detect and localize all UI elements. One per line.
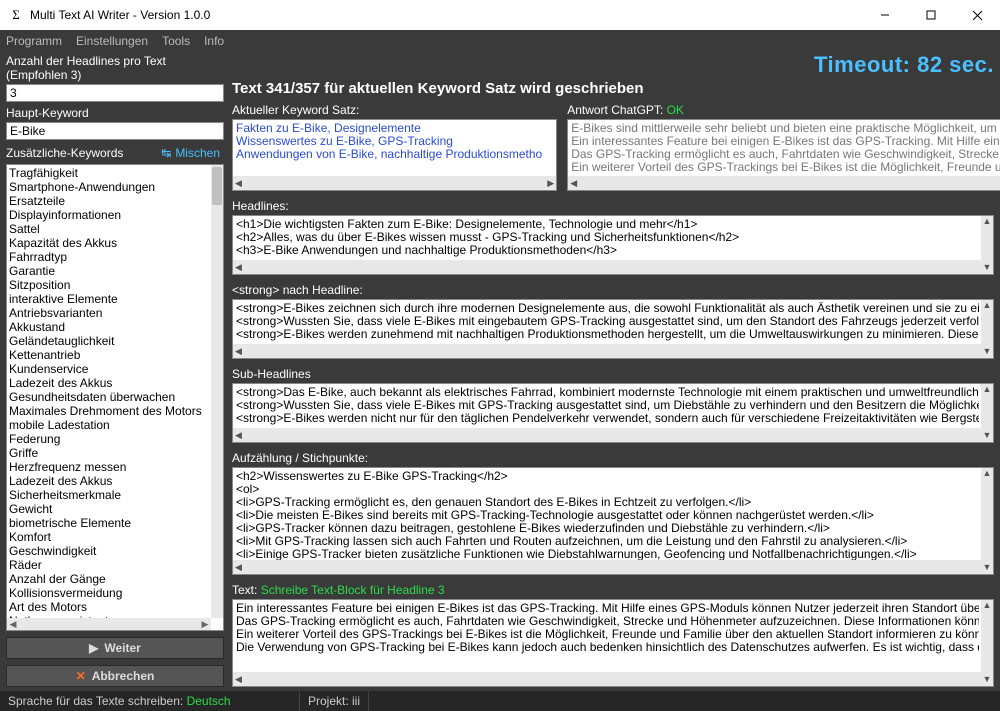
hscroll[interactable]: ◀▶ xyxy=(233,260,993,274)
strong-box[interactable]: <strong>E-Bikes zeichnen sich durch ihre… xyxy=(232,299,994,359)
hscroll[interactable]: ◀▶ xyxy=(233,344,993,358)
list-item[interactable]: Sitzposition xyxy=(9,278,209,292)
list-item[interactable]: Maximales Drehmoment des Motors xyxy=(9,404,209,418)
zusatz-keywords-label: Zusätzliche-Keywords xyxy=(6,146,123,160)
keywords-hscroll[interactable]: ◀▶ xyxy=(7,618,211,630)
menubar: Programm Einstellungen Tools Info xyxy=(0,30,1000,52)
text-label-text: Text: xyxy=(232,583,257,597)
list-item[interactable]: Federung xyxy=(9,432,209,446)
projekt-label: Projekt: iii xyxy=(308,694,360,708)
hscroll[interactable]: ◀▶ xyxy=(233,176,556,190)
list-item[interactable]: Räder xyxy=(9,558,209,572)
mischen-button[interactable]: ↹ Mischen xyxy=(157,146,224,160)
text-status: Schreibe Text-Block für Headline 3 xyxy=(261,583,445,597)
list-item[interactable]: biometrische Elemente xyxy=(9,516,209,530)
abbrechen-label: Abbrechen xyxy=(92,669,155,683)
list-item[interactable]: Kapazität des Akkus xyxy=(9,236,209,250)
antwort-ok: OK xyxy=(667,103,684,117)
window-title: Multi Text AI Writer - Version 1.0.0 xyxy=(30,8,862,22)
lang-value: Deutsch xyxy=(187,694,231,708)
bullets-section-label: Aufzählung / Stichpunkte: xyxy=(232,451,994,465)
list-item[interactable]: Kundenservice xyxy=(9,362,209,376)
list-item[interactable]: Anzahl der Gänge xyxy=(9,572,209,586)
list-item[interactable]: Kollisionsvermeidung xyxy=(9,586,209,600)
headlines-section-label: Headlines: xyxy=(232,199,994,213)
list-item[interactable]: Sicherheitsmerkmale xyxy=(9,488,209,502)
timeout-display: Timeout: 82 sec. xyxy=(814,52,994,78)
close-button[interactable] xyxy=(954,0,1000,30)
list-item[interactable]: Ladezeit des Akkus xyxy=(9,376,209,390)
keywords-vscroll[interactable] xyxy=(211,165,223,618)
hscroll[interactable]: ◀▶ xyxy=(233,672,993,686)
hscroll[interactable]: ◀▶ xyxy=(568,176,1000,190)
text-box[interactable]: Ein interessantes Feature bei einigen E-… xyxy=(232,599,994,687)
list-item[interactable]: Akkustand xyxy=(9,320,209,334)
list-item[interactable]: Sattel xyxy=(9,222,209,236)
maximize-button[interactable] xyxy=(908,0,954,30)
list-item[interactable]: Griffe xyxy=(9,446,209,460)
abbrechen-button[interactable]: ✕ Abbrechen xyxy=(6,665,224,687)
vscroll[interactable]: ▲▼ xyxy=(981,216,993,274)
vscroll[interactable]: ▲▼ xyxy=(981,300,993,358)
vscroll[interactable]: ▲▼ xyxy=(981,600,993,686)
statusbar: Sprache für das Texte schreiben: Deutsch… xyxy=(0,691,1000,711)
weiter-button[interactable]: ▶ Weiter xyxy=(6,637,224,659)
list-item[interactable]: Gesundheitsdaten überwachen xyxy=(9,390,209,404)
list-item[interactable]: Geschwindigkeit xyxy=(9,544,209,558)
headlines-count-input[interactable] xyxy=(6,84,224,102)
antwort-label: Antwort ChatGPT: OK xyxy=(567,103,1000,117)
list-item[interactable]: Ersatzteile xyxy=(9,194,209,208)
text-section-label: Text: Schreibe Text-Block für Headline 3 xyxy=(232,583,994,597)
vscroll[interactable]: ▲▼ xyxy=(981,468,993,574)
list-item[interactable]: Tragfähigkeit xyxy=(9,166,209,180)
list-item[interactable]: mobile Ladestation xyxy=(9,418,209,432)
hscroll[interactable]: ◀▶ xyxy=(233,428,993,442)
list-item[interactable]: Garantie xyxy=(9,264,209,278)
list-item[interactable]: Herzfrequenz messen xyxy=(9,460,209,474)
titlebar: Σ Multi Text AI Writer - Version 1.0.0 xyxy=(0,0,1000,30)
list-item[interactable]: interaktive Elemente xyxy=(9,292,209,306)
lang-label: Sprache für das Texte schreiben: xyxy=(8,694,183,708)
bullets-box[interactable]: <h2>Wissenswertes zu E-Bike GPS-Tracking… xyxy=(232,467,994,575)
minimize-button[interactable] xyxy=(862,0,908,30)
aktueller-keyword-box[interactable]: Fakten zu E-Bike, DesignelementeWissensw… xyxy=(232,119,557,191)
haupt-keyword-input[interactable] xyxy=(6,122,224,140)
right-pane: Timeout: 82 sec. Text 341/357 für aktuel… xyxy=(232,52,994,687)
list-item[interactable]: Geländetauglichkeit xyxy=(9,334,209,348)
list-item[interactable]: Displayinformationen xyxy=(9,208,209,222)
strong-section-label: <strong> nach Headline: xyxy=(232,283,994,297)
sub-headlines-label: Sub-Headlines xyxy=(232,367,994,381)
headlines-box[interactable]: <h1>Die wichtigsten Fakten zum E-Bike: D… xyxy=(232,215,994,275)
list-item[interactable]: Fahrradtyp xyxy=(9,250,209,264)
menu-programm[interactable]: Programm xyxy=(6,34,62,48)
list-item[interactable]: Smartphone-Anwendungen xyxy=(9,180,209,194)
weiter-label: Weiter xyxy=(104,641,140,655)
menu-einstellungen[interactable]: Einstellungen xyxy=(76,34,148,48)
haupt-keyword-label: Haupt-Keyword xyxy=(6,106,224,120)
shuffle-icon: ↹ xyxy=(161,146,171,160)
list-item[interactable]: Antriebsvarianten xyxy=(9,306,209,320)
list-item[interactable]: Gewicht xyxy=(9,502,209,516)
hscroll[interactable]: ◀▶ xyxy=(233,560,993,574)
aktueller-keyword-label: Aktueller Keyword Satz: xyxy=(232,103,557,117)
sub-headlines-box[interactable]: <strong>Das E-Bike, auch bekannt als ele… xyxy=(232,383,994,443)
keywords-listbox[interactable]: TragfähigkeitSmartphone-AnwendungenErsat… xyxy=(6,164,224,631)
cancel-icon: ✕ xyxy=(76,669,86,683)
left-pane: Anzahl der Headlines pro Text (Empfohlen… xyxy=(6,52,224,687)
antwort-label-text: Antwort ChatGPT: xyxy=(567,103,663,117)
menu-tools[interactable]: Tools xyxy=(162,34,190,48)
list-item[interactable]: Art des Motors xyxy=(9,600,209,614)
menu-info[interactable]: Info xyxy=(204,34,224,48)
list-item[interactable]: Komfort xyxy=(9,530,209,544)
mischen-label: Mischen xyxy=(175,146,220,160)
app-icon: Σ xyxy=(8,7,24,23)
play-icon: ▶ xyxy=(89,641,98,655)
antwort-box[interactable]: E-Bikes sind mittlerweile sehr beliebt u… xyxy=(567,119,1000,191)
headlines-count-label: Anzahl der Headlines pro Text (Empfohlen… xyxy=(6,54,224,82)
progress-status: Text 341/357 für aktuellen Keyword Satz … xyxy=(232,80,994,97)
vscroll[interactable]: ▲▼ xyxy=(981,384,993,442)
list-item[interactable]: Kettenantrieb xyxy=(9,348,209,362)
list-item[interactable]: Ladezeit des Akkus xyxy=(9,474,209,488)
